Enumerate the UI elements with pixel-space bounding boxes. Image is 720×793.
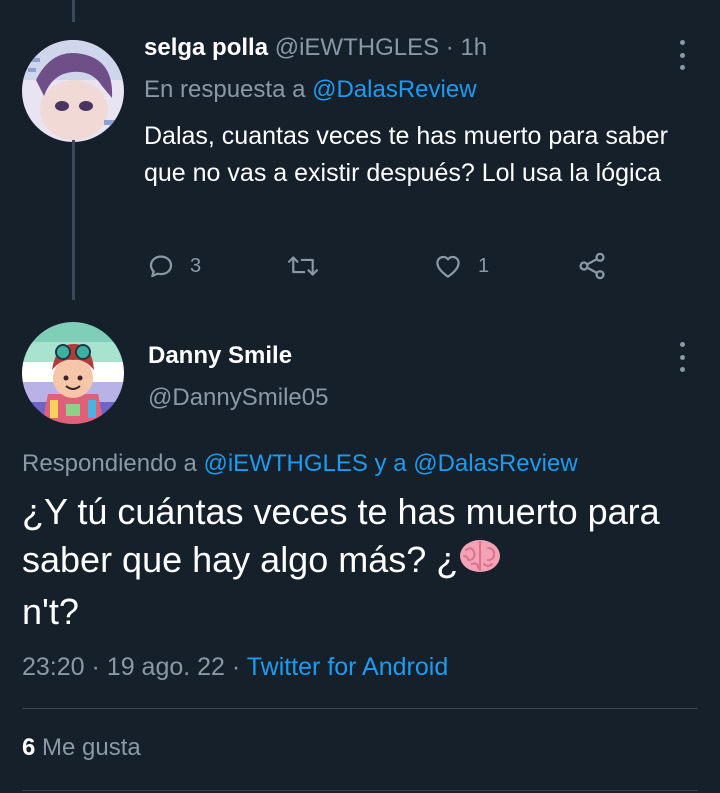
reply-icon: [149, 255, 173, 278]
likes-count: 6: [22, 734, 36, 761]
tweet-time[interactable]: 23:20: [22, 653, 85, 681]
responding-handle-link-1[interactable]: @iEWTHGLES: [203, 450, 367, 477]
parent-tweet-time[interactable]: 1h: [460, 34, 487, 61]
like-icon: [436, 255, 460, 278]
avatar-danny-smile[interactable]: [22, 322, 124, 424]
retweet-button[interactable]: [286, 250, 320, 282]
retweet-icon: [287, 256, 319, 276]
parent-more-options-icon[interactable]: [672, 40, 692, 70]
parent-author-name[interactable]: selga polla: [144, 34, 268, 61]
parent-reply-context: En respuesta a @DalasReview: [144, 76, 477, 104]
reply-button[interactable]: 3: [146, 250, 201, 282]
like-count: 1: [478, 254, 490, 277]
reply-count: 3: [190, 254, 202, 277]
responding-handle-link-2[interactable]: @DalasReview: [413, 450, 577, 477]
tweet-date[interactable]: 19 ago. 22: [107, 653, 225, 681]
likes-label: Me gusta: [42, 734, 141, 761]
main-tweet-text-part2: n't?: [22, 591, 79, 633]
main-reply-context: Respondiendo a @iEWTHGLES y a @DalasRevi…: [22, 450, 578, 478]
main-author-handle[interactable]: @DannySmile05: [148, 384, 328, 412]
reply-prefix: En respuesta a: [144, 76, 306, 103]
like-button[interactable]: 1: [432, 250, 489, 282]
separator-dot: ·: [445, 34, 454, 61]
main-tweet-text-part1: ¿Y tú cuántas veces te has muerto para s…: [22, 491, 660, 580]
parent-tweet-text: Dalas, cuantas veces te has muerto para …: [144, 122, 668, 187]
main-more-options-icon[interactable]: [672, 342, 692, 372]
brain-emoji: [458, 536, 502, 588]
bottom-divider: [22, 790, 698, 791]
tweet-client-link[interactable]: Twitter for Android: [247, 653, 448, 681]
responding-prefix: Respondiendo a: [22, 450, 197, 477]
parent-tweet-header: selga polla @iEWTHGLES · 1h: [144, 34, 487, 62]
likes-summary[interactable]: 6 Me gusta: [22, 734, 141, 762]
divider: [22, 708, 698, 709]
share-icon: [579, 252, 605, 280]
reply-to-handle-link[interactable]: @DalasReview: [312, 76, 476, 103]
main-author-name[interactable]: Danny Smile: [148, 342, 292, 370]
thread-connector: [72, 140, 75, 300]
parent-author-handle[interactable]: @iEWTHGLES: [275, 34, 439, 61]
main-tweet-text: ¿Y tú cuántas veces te has muerto para s…: [22, 488, 692, 636]
responding-join: y a: [374, 450, 407, 477]
meta-separator-2: ·: [231, 653, 241, 681]
avatar-selga-polla[interactable]: [22, 40, 124, 142]
meta-separator-1: ·: [91, 653, 100, 681]
tweet-metadata: 23:20 · 19 ago. 22 · Twitter for Android: [22, 653, 448, 682]
share-button[interactable]: [576, 250, 608, 282]
thread-connector-top: [72, 0, 75, 22]
